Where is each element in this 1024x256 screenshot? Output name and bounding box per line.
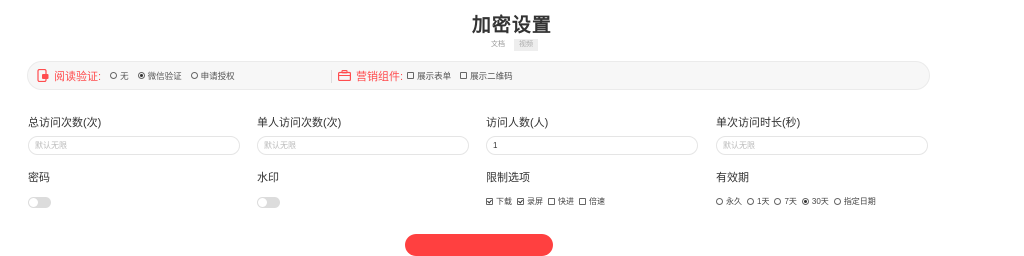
restriction-record[interactable]: 录屏 — [517, 196, 543, 207]
radio-icon — [774, 198, 782, 205]
option-label: 倍速 — [589, 197, 605, 206]
restriction-download[interactable]: 下载 — [486, 196, 512, 207]
option-label: 展示二维码 — [470, 70, 513, 81]
total-visits-label: 总访问次数(次) — [28, 117, 102, 129]
validity-1day[interactable]: 1天 — [747, 196, 769, 207]
option-label: 1天 — [757, 197, 770, 206]
option-label: 无 — [120, 70, 129, 81]
checkbox-icon — [460, 72, 468, 79]
radio-icon — [110, 72, 118, 79]
restriction-speed[interactable]: 倍速 — [579, 196, 605, 207]
phone-lock-icon — [37, 69, 49, 82]
verify-option-apply[interactable]: 申请授权 — [190, 70, 235, 82]
toggle-knob — [29, 198, 38, 207]
radio-icon — [190, 72, 198, 79]
read-verify-label: 阅读验证: — [54, 70, 102, 83]
validity-permanent[interactable]: 永久 — [716, 196, 742, 207]
checkbox-icon — [579, 198, 586, 205]
read-verify-group: 阅读验证: 无 微信验证 申请授权 — [37, 62, 235, 89]
option-label: 永久 — [726, 197, 742, 206]
verify-option-wechat[interactable]: 微信验证 — [137, 70, 182, 82]
settings-bar: 阅读验证: 无 微信验证 申请授权 营销组件: 展示表单 展示二维码 — [27, 61, 930, 90]
option-label: 展示表单 — [417, 70, 452, 81]
checkbox-icon — [407, 72, 415, 79]
tab-video[interactable]: 视频 — [514, 39, 538, 51]
option-label: 指定日期 — [843, 197, 876, 206]
validity-label: 有效期 — [716, 172, 749, 184]
verify-option-none[interactable]: 无 — [110, 70, 129, 82]
checkbox-icon — [548, 198, 555, 205]
visitors-input[interactable] — [486, 136, 698, 155]
tab-document[interactable]: 文档 — [486, 39, 510, 51]
option-label: 快进 — [558, 197, 574, 206]
visitors-label: 访问人数(人) — [486, 117, 549, 129]
radio-selected-icon — [801, 198, 809, 205]
restrictions-options: 下载 录屏 快进 倍速 — [486, 196, 610, 207]
marketing-option-qrcode[interactable]: 展示二维码 — [460, 70, 513, 82]
divider — [331, 70, 332, 83]
marketing-group: 营销组件: 展示表单 展示二维码 — [338, 62, 513, 89]
submit-button[interactable] — [405, 234, 553, 256]
restriction-fast-forward[interactable]: 快进 — [548, 196, 574, 207]
single-duration-label: 单次访问时长(秒) — [716, 117, 801, 129]
radio-icon — [716, 198, 723, 205]
password-toggle[interactable] — [28, 197, 51, 208]
checkbox-checked-icon — [486, 198, 493, 205]
marketing-option-form[interactable]: 展示表单 — [407, 70, 451, 82]
single-duration-input[interactable] — [716, 136, 928, 155]
toggle-knob — [258, 198, 267, 207]
option-label: 录屏 — [527, 197, 543, 206]
watermark-label: 水印 — [257, 172, 279, 184]
briefcase-icon — [338, 70, 351, 81]
option-label: 申请授权 — [200, 70, 235, 81]
option-label: 下载 — [496, 197, 512, 206]
validity-30days[interactable]: 30天 — [801, 196, 829, 207]
watermark-toggle[interactable] — [257, 197, 280, 208]
option-label: 30天 — [811, 197, 829, 206]
option-label: 微信验证 — [147, 70, 182, 81]
validity-custom-date[interactable]: 指定日期 — [833, 196, 876, 207]
radio-icon — [833, 198, 841, 205]
radio-icon — [747, 198, 754, 205]
single-visits-label: 单人访问次数(次) — [257, 117, 342, 129]
single-visits-input[interactable] — [257, 136, 469, 155]
validity-options: 永久 1天 7天 30天 指定日期 — [716, 196, 881, 207]
password-label: 密码 — [28, 172, 50, 184]
radio-selected-icon — [137, 72, 145, 79]
validity-7days[interactable]: 7天 — [774, 196, 797, 207]
marketing-label: 营销组件: — [356, 70, 404, 83]
page-title: 加密设置 — [471, 15, 552, 36]
checkbox-checked-icon — [517, 198, 524, 205]
option-label: 7天 — [784, 197, 797, 206]
total-visits-input[interactable] — [28, 136, 240, 155]
type-tabs: 文档 视频 — [0, 39, 1024, 51]
restrictions-label: 限制选项 — [486, 172, 530, 184]
